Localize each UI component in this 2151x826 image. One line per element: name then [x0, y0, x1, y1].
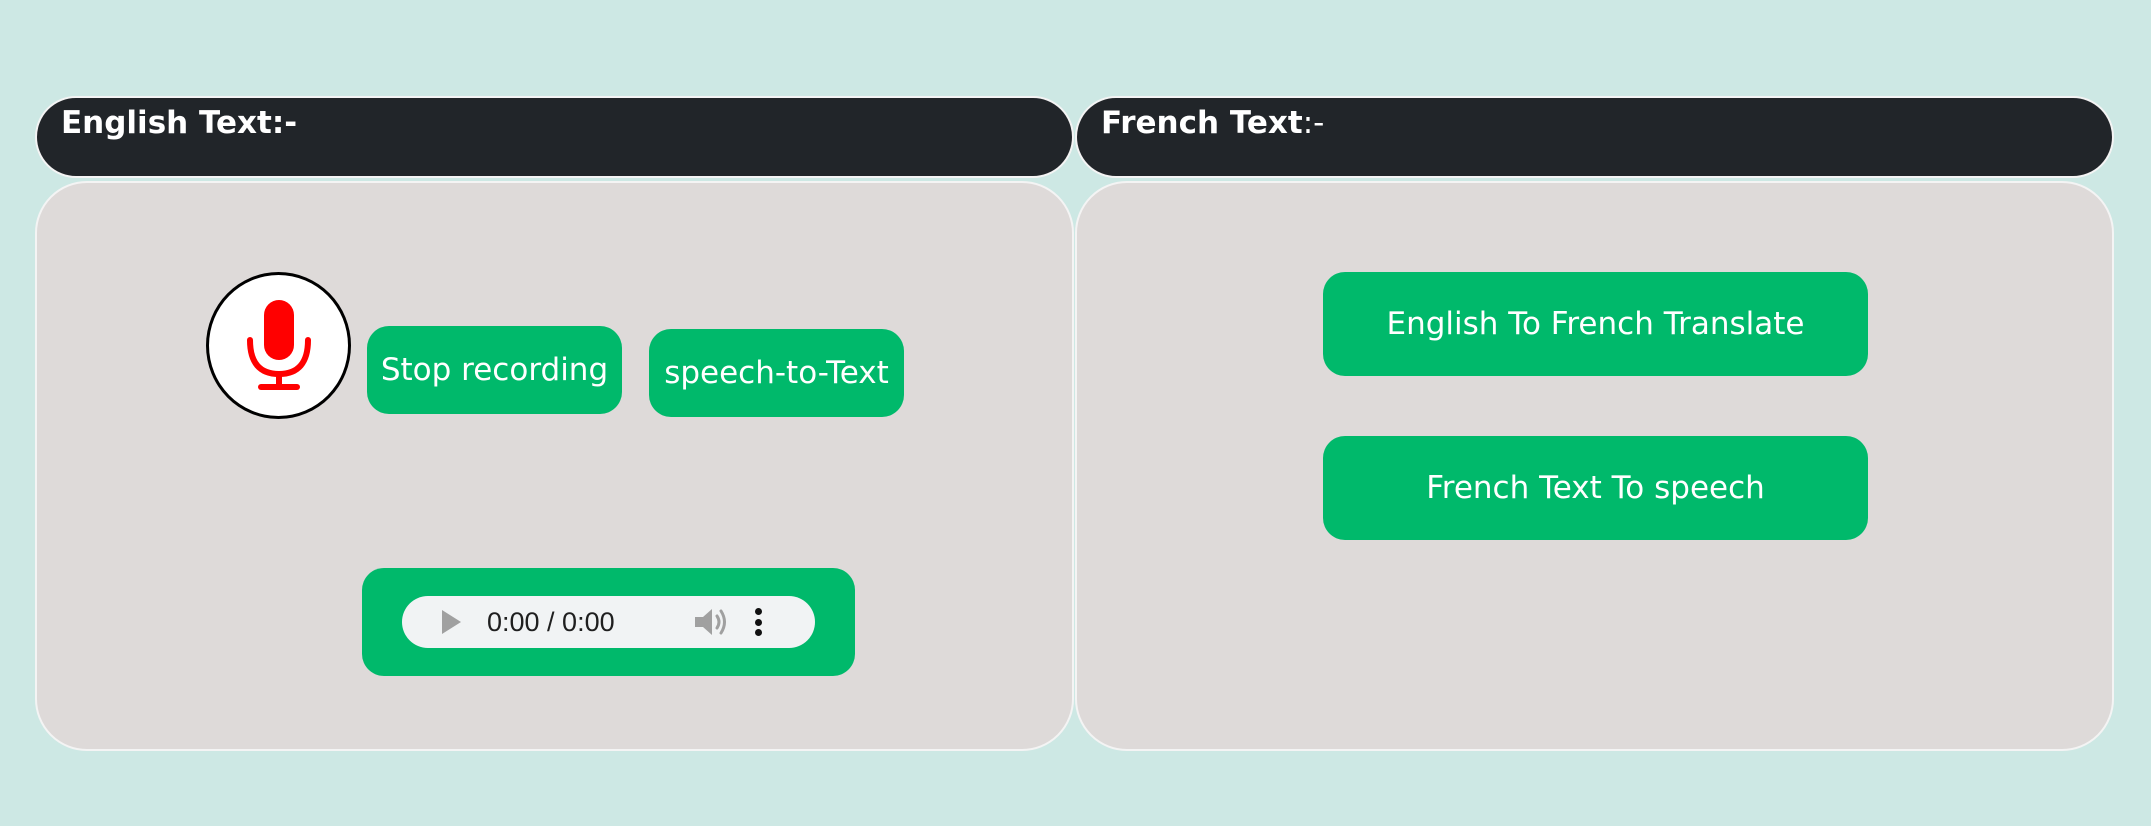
- english-to-french-translate-button[interactable]: English To French Translate: [1323, 272, 1868, 376]
- english-text-header-title: English Text: [61, 105, 272, 141]
- play-icon[interactable]: [442, 610, 461, 634]
- speech-to-text-button[interactable]: speech-to-Text: [649, 329, 904, 417]
- record-button[interactable]: [206, 272, 351, 419]
- audio-player[interactable]: 0:00 / 0:00: [402, 596, 815, 648]
- english-text-header: English Text:-: [35, 96, 1074, 178]
- audio-player-container: 0:00 / 0:00: [362, 568, 855, 676]
- stop-recording-button[interactable]: Stop recording: [367, 326, 622, 414]
- audio-time-display: 0:00 / 0:00: [487, 606, 615, 637]
- english-text-header-suffix: :-: [271, 105, 298, 141]
- french-text-header-title: French Text: [1101, 105, 1303, 141]
- more-vertical-icon[interactable]: [754, 608, 763, 636]
- microphone-icon: [246, 299, 311, 390]
- french-text-header-suffix: :-: [1302, 105, 1325, 141]
- french-text-header: French Text:-: [1075, 96, 2114, 178]
- french-text-to-speech-button[interactable]: French Text To speech: [1323, 436, 1868, 540]
- volume-icon[interactable]: [693, 606, 729, 638]
